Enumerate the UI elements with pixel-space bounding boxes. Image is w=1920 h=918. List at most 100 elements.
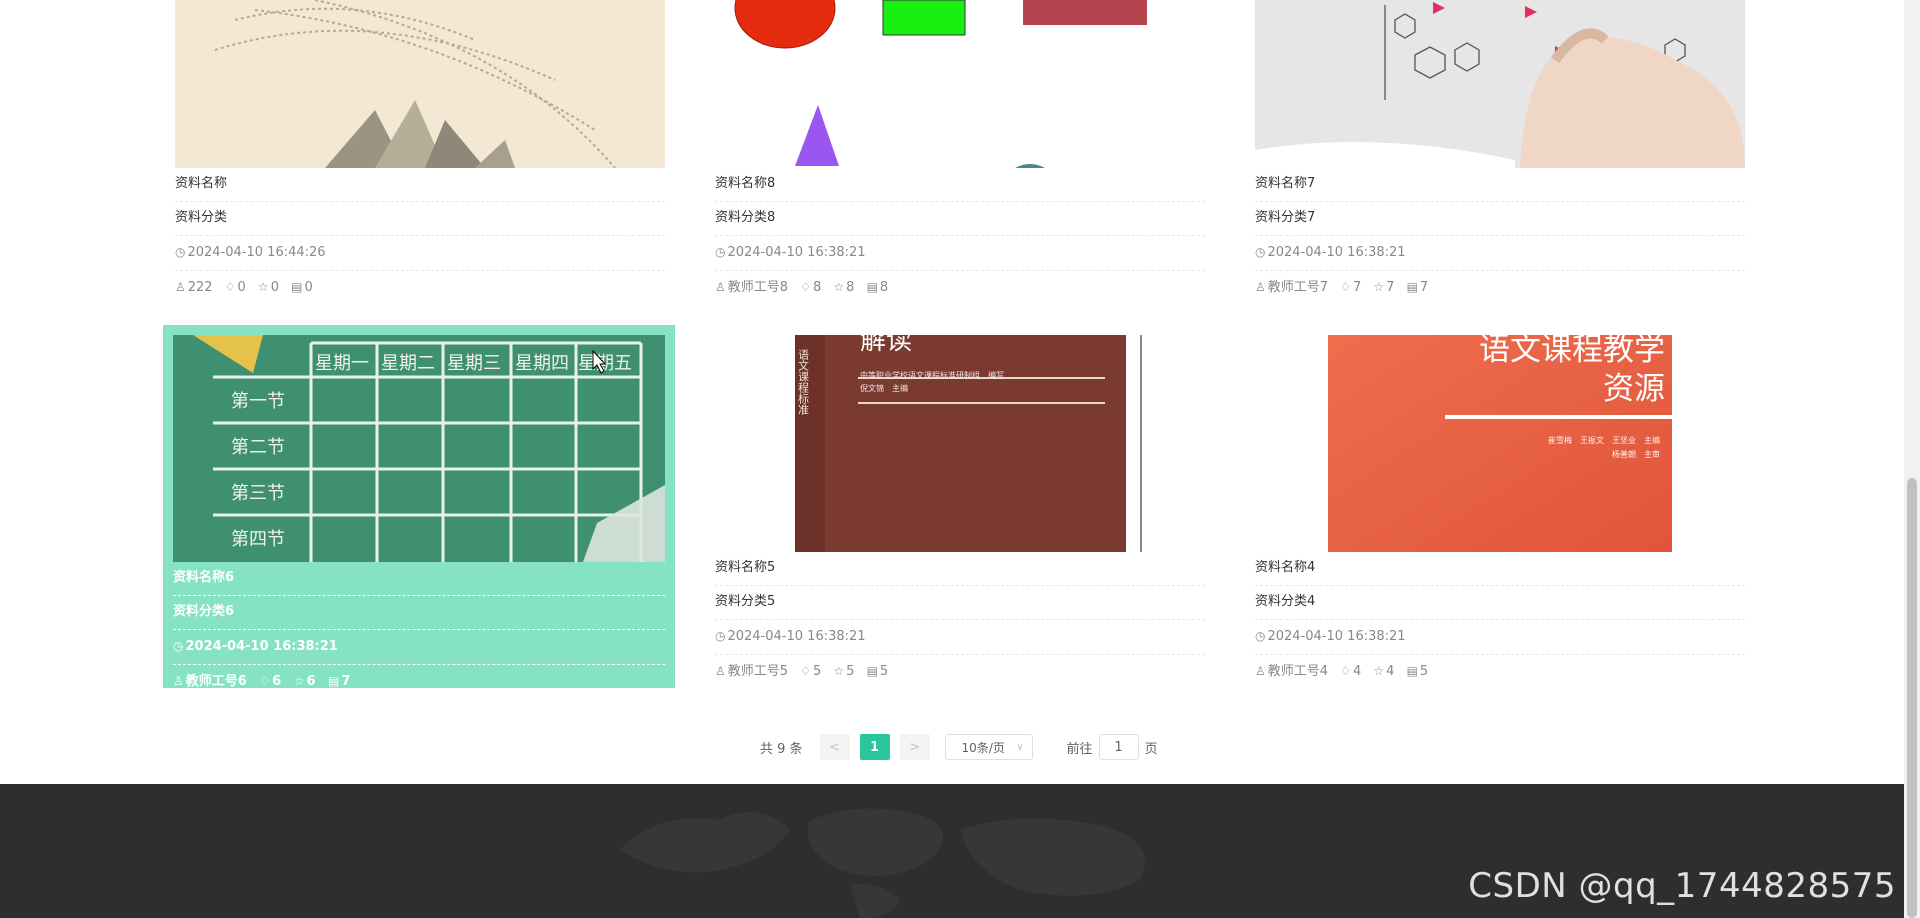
resource-card[interactable]: 资料名称 资料分类 ◷ 2024-04-10 16:44:26 ♙ 222 ♢ 0 ☆… bbox=[175, 0, 665, 305]
card-title[interactable]: 资料名称8 bbox=[715, 168, 1205, 202]
user-icon: ♙ bbox=[1255, 280, 1266, 294]
comment-icon: ▤ bbox=[328, 674, 340, 688]
book-cover-image: 解读 中等职业学校语文课程标准研制组 编写 倪文锦 主编 语文课程标准 bbox=[795, 335, 1142, 552]
footer: CSDN @qq_1744828575 bbox=[0, 784, 1904, 918]
clock-icon: ◷ bbox=[175, 245, 186, 259]
card-title[interactable]: 资料名称5 bbox=[715, 552, 1205, 586]
chemistry-image bbox=[1255, 0, 1745, 168]
card-favorites: 0 bbox=[270, 280, 279, 295]
card-thumbnail[interactable]: 解读 中等职业学校语文课程标准研制组 编写 倪文锦 主编 语文课程标准 bbox=[715, 335, 1205, 552]
book-spiral-image bbox=[175, 0, 665, 168]
card-thumbnail[interactable] bbox=[175, 0, 665, 168]
star-icon: ☆ bbox=[833, 280, 845, 294]
card-author: 教师工号5 bbox=[727, 664, 789, 679]
next-page-button[interactable]: > bbox=[899, 734, 930, 760]
card-title[interactable]: 资料名称7 bbox=[1255, 168, 1745, 202]
page-size-select[interactable]: 10条/页 ∨ bbox=[944, 734, 1033, 760]
book-title: 语文课程教学 bbox=[1479, 335, 1665, 368]
timetable-day: 星期四 bbox=[515, 353, 569, 374]
card-category: 资料分类 bbox=[175, 202, 665, 236]
card-title[interactable]: 资料名称4 bbox=[1255, 552, 1745, 586]
clock-icon: ◷ bbox=[715, 629, 726, 643]
resource-card[interactable]: 语文课程教学 资源 崔雪梅 王振文 王坚业 主编 杨善朗 主审 资料名称4 资料… bbox=[1255, 335, 1745, 689]
timetable-day: 星期三 bbox=[447, 353, 501, 374]
card-stats: ♙ 教师工号7 ♢ 7 ☆ 7 ▤ 7 bbox=[1255, 271, 1745, 305]
thumbs-up-icon: ♢ bbox=[1340, 280, 1351, 294]
card-category: 资料分类5 bbox=[715, 586, 1205, 620]
star-icon: ☆ bbox=[1373, 664, 1385, 678]
goto-page-input[interactable] bbox=[1098, 734, 1139, 760]
shapes-image bbox=[734, 0, 1147, 168]
comment-icon: ▤ bbox=[291, 280, 303, 294]
card-stats: ♙ 教师工号8 ♢ 8 ☆ 8 ▤ 8 bbox=[715, 271, 1205, 305]
resource-card[interactable]: 资料名称7 资料分类7 ◷ 2024-04-10 16:38:21 ♙ 教师工号7 … bbox=[1255, 0, 1745, 305]
pagination-total: 共 9 条 bbox=[760, 741, 803, 757]
card-thumbnail[interactable] bbox=[1255, 0, 1745, 168]
timetable-image: 星期一 星期二 星期三 星期四 星期五 第一节 第二节 第三节 第四节 bbox=[173, 335, 665, 562]
card-time-value: 2024-04-10 16:38:21 bbox=[727, 629, 866, 644]
card-stats: ♙ 教师工号5 ♢ 5 ☆ 5 ▤ 5 bbox=[715, 655, 1205, 689]
card-title[interactable]: 资料名称 bbox=[175, 168, 665, 202]
book-reviewer: 杨善朗 主审 bbox=[1612, 449, 1660, 459]
card-comments: 0 bbox=[304, 280, 313, 295]
resource-card[interactable]: 解读 中等职业学校语文课程标准研制组 编写 倪文锦 主编 语文课程标准 资料名称… bbox=[715, 335, 1205, 689]
timetable-period: 第二节 bbox=[231, 437, 285, 458]
card-time-value: 2024-04-10 16:38:21 bbox=[1267, 245, 1406, 260]
card-stats: ♙ 教师工号6 ♢ 6 ☆ 6 ▤ 7 bbox=[173, 665, 665, 699]
card-time-value: 2024-04-10 16:38:21 bbox=[727, 245, 866, 260]
card-thumbnail[interactable]: 星期一 星期二 星期三 星期四 星期五 第一节 第二节 第三节 第四节 bbox=[173, 335, 665, 562]
goto-label: 前往 bbox=[1066, 741, 1093, 757]
page-scrollbar[interactable] bbox=[1904, 0, 1920, 918]
timetable-day: 星期一 bbox=[315, 353, 369, 374]
chevron-down-icon: ∨ bbox=[1016, 741, 1024, 753]
timetable-day: 星期二 bbox=[381, 353, 435, 374]
prev-page-button[interactable]: < bbox=[819, 734, 850, 760]
clock-icon: ◷ bbox=[173, 639, 184, 653]
star-icon: ☆ bbox=[293, 674, 305, 688]
card-time-value: 2024-04-10 16:38:21 bbox=[1267, 629, 1406, 644]
book-editor: 倪文锦 主编 bbox=[860, 383, 908, 393]
comment-icon: ▤ bbox=[866, 664, 878, 678]
card-likes: 7 bbox=[1352, 280, 1362, 295]
card-thumbnail[interactable] bbox=[715, 0, 1205, 168]
card-author: 教师工号8 bbox=[727, 280, 789, 295]
thumbs-up-icon: ♢ bbox=[259, 674, 271, 688]
goto-suffix: 页 bbox=[1144, 741, 1158, 757]
card-category: 资料分类7 bbox=[1255, 202, 1745, 236]
thumbs-up-icon: ♢ bbox=[800, 664, 811, 678]
thumbs-up-icon: ♢ bbox=[800, 280, 811, 294]
star-icon: ☆ bbox=[833, 664, 845, 678]
card-title[interactable]: 资料名称6 bbox=[173, 562, 665, 596]
book-publisher: 中等职业学校语文课程标准研制组 编写 bbox=[860, 370, 1004, 380]
resource-card[interactable]: 资料名称8 资料分类8 ◷ 2024-04-10 16:38:21 ♙ 教师工号8 … bbox=[715, 0, 1205, 305]
comment-icon: ▤ bbox=[1406, 280, 1418, 294]
resource-card-hovered[interactable]: 星期一 星期二 星期三 星期四 星期五 第一节 第二节 第三节 第四节 资料名称… bbox=[163, 325, 675, 689]
clock-icon: ◷ bbox=[1255, 245, 1266, 259]
user-icon: ♙ bbox=[1255, 664, 1266, 678]
card-time: ◷ 2024-04-10 16:38:21 bbox=[715, 620, 1205, 655]
card-author: 222 bbox=[187, 280, 213, 295]
user-icon: ♙ bbox=[715, 280, 726, 294]
card-category: 资料分类4 bbox=[1255, 586, 1745, 620]
card-thumbnail[interactable]: 语文课程教学 资源 崔雪梅 王振文 王坚业 主编 杨善朗 主审 bbox=[1255, 335, 1745, 552]
user-icon: ♙ bbox=[175, 280, 186, 294]
user-icon: ♙ bbox=[173, 674, 184, 688]
card-time: ◷ 2024-04-10 16:38:21 bbox=[1255, 620, 1745, 655]
card-time: ◷ 2024-04-10 16:38:21 bbox=[715, 236, 1205, 271]
card-likes: 5 bbox=[812, 664, 822, 679]
scrollbar-thumb[interactable] bbox=[1907, 478, 1917, 918]
card-category: 资料分类6 bbox=[173, 596, 665, 630]
page-number-button[interactable]: 1 bbox=[859, 734, 890, 760]
card-time-value: 2024-04-10 16:44:26 bbox=[187, 245, 326, 260]
book-title: 解读 bbox=[860, 335, 912, 356]
clock-icon: ◷ bbox=[1255, 629, 1266, 643]
card-likes: 6 bbox=[272, 674, 282, 689]
card-author: 教师工号4 bbox=[1267, 664, 1329, 679]
user-icon: ♙ bbox=[715, 664, 726, 678]
card-favorites: 4 bbox=[1386, 664, 1395, 679]
star-icon: ☆ bbox=[257, 280, 269, 294]
card-comments: 7 bbox=[341, 674, 351, 689]
card-likes: 0 bbox=[237, 280, 246, 295]
star-icon: ☆ bbox=[1373, 280, 1385, 294]
book-cover-image: 语文课程教学 资源 崔雪梅 王振文 王坚业 主编 杨善朗 主审 bbox=[1328, 335, 1672, 552]
